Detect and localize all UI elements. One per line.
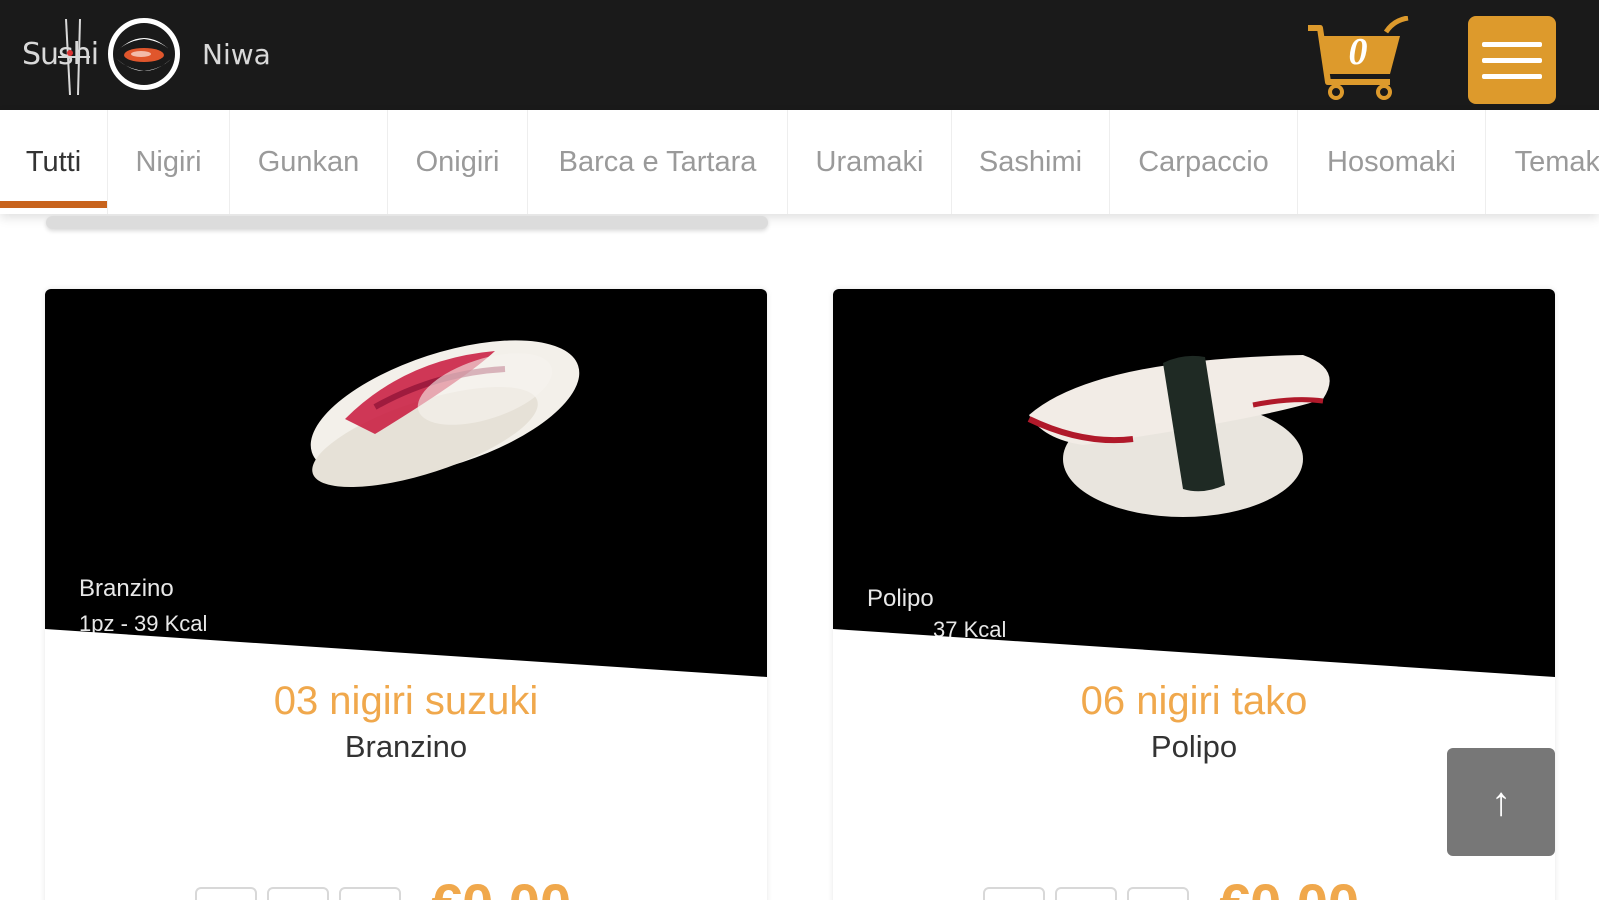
- hamburger-icon-line: [1482, 58, 1542, 63]
- chopsticks-icon: [58, 18, 90, 95]
- cart-button[interactable]: 0: [1306, 15, 1412, 100]
- product-image: Polipo 37 Kcal: [833, 289, 1555, 677]
- tab-temaki[interactable]: Temaki: [1486, 110, 1599, 214]
- quantity-value[interactable]: [1055, 887, 1117, 900]
- product-card[interactable]: Branzino 1pz - 39 Kcal 03 nigiri suzuki …: [45, 289, 767, 900]
- hamburger-icon: [1482, 42, 1542, 47]
- logo-text-niwa: Niwa: [202, 37, 271, 71]
- logo-text-sushi: Sushi: [22, 18, 99, 95]
- quantity-minus[interactable]: [983, 887, 1045, 900]
- tabs-scrollbar[interactable]: [46, 216, 768, 229]
- image-label: Branzino: [79, 575, 174, 602]
- product-price: €0,00: [1219, 871, 1359, 900]
- tab-gunkan[interactable]: Gunkan: [230, 110, 388, 214]
- tab-uramaki[interactable]: Uramaki: [788, 110, 952, 214]
- product-name: 06 nigiri tako: [1080, 679, 1308, 723]
- cart-count: 0: [1348, 31, 1368, 73]
- quantity-plus[interactable]: [1127, 887, 1189, 900]
- tab-hosomaki[interactable]: Hosomaki: [1298, 110, 1486, 214]
- site-header: Sushi Niwa 0: [0, 0, 1599, 110]
- product-subtitle: Branzino: [344, 729, 468, 764]
- quantity-plus[interactable]: [339, 887, 401, 900]
- brand-logo[interactable]: Sushi Niwa: [22, 14, 271, 95]
- logo-emblem-icon: [108, 18, 180, 90]
- menu-button[interactable]: [1468, 16, 1556, 104]
- tab-carpaccio[interactable]: Carpaccio: [1110, 110, 1298, 214]
- product-price: €0,00: [431, 871, 571, 900]
- hamburger-icon-line: [1482, 74, 1542, 79]
- product-image: Branzino 1pz - 39 Kcal: [45, 289, 767, 677]
- tab-tutti[interactable]: Tutti: [0, 110, 108, 214]
- image-label: Polipo: [867, 585, 934, 612]
- tab-onigiri[interactable]: Onigiri: [388, 110, 528, 214]
- tab-sashimi[interactable]: Sashimi: [952, 110, 1110, 214]
- arrow-up-icon: ↑: [1491, 779, 1511, 824]
- category-tabs: Tutti Nigiri Gunkan Onigiri Barca e Tart…: [0, 110, 1599, 214]
- quantity-minus[interactable]: [195, 887, 257, 900]
- product-name: 03 nigiri suzuki: [273, 679, 539, 723]
- tab-barca-e-tartara[interactable]: Barca e Tartara: [528, 110, 788, 214]
- back-to-top-button[interactable]: ↑: [1447, 748, 1555, 856]
- quantity-value[interactable]: [267, 887, 329, 900]
- tab-nigiri[interactable]: Nigiri: [108, 110, 230, 214]
